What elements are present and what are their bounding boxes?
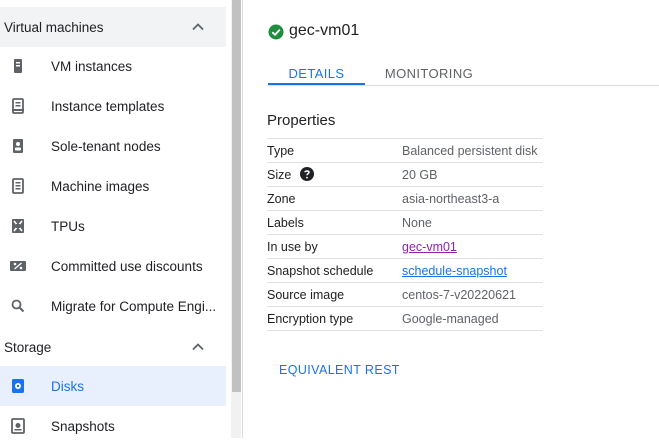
instance-template-icon [12,98,24,114]
sidebar-item-label: Instance templates [51,98,165,114]
equivalent-rest-button[interactable]: EQUIVALENT REST [279,363,400,377]
sidebar-item-label: Migrate for Compute Engi... [51,298,217,314]
snapshot-schedule-link[interactable]: schedule-snapshot [402,264,507,278]
property-value: Google-managed [402,312,499,326]
section-header-virtual-machines[interactable]: Virtual machines [0,7,226,47]
property-key: Encryption type [267,312,354,326]
search-icon [11,299,25,313]
sidebar-item-machine-images[interactable]: Machine images [0,166,226,206]
property-key: Size [267,168,292,182]
property-key: In use by [267,240,318,254]
property-value: None [402,216,432,230]
property-key: Source image [267,288,345,302]
sole-tenant-icon [13,139,23,153]
sidebar-item-committed-use-discounts[interactable]: Committed use discounts [0,246,226,286]
sidebar-item-label: Committed use discounts [51,258,203,274]
property-row-source-image: Source image centos-7-v20220621 [267,283,543,307]
sidebar-item-instance-templates[interactable]: Instance templates [0,86,226,126]
property-value: asia-northeast3-a [402,192,500,206]
property-row-zone: Zone asia-northeast3-a [267,187,543,211]
page-title: gec-vm01 [289,22,360,39]
property-row-encryption-type: Encryption type Google-managed [267,307,543,331]
property-row-in-use-by: In use by gec-vm01 [267,235,543,259]
sidebar-item-label: Machine images [51,178,150,194]
sidebar-item-sole-tenant-nodes[interactable]: Sole-tenant nodes [0,126,226,166]
sidebar-scrollbar-thumb[interactable] [232,0,241,392]
snapshot-icon [11,418,25,434]
section-title: Virtual machines [4,19,104,35]
property-key: Type [267,144,295,158]
machine-image-icon [12,178,24,194]
tabs-divider [268,85,659,86]
chevron-up-icon[interactable] [190,339,206,355]
property-value: Balanced persistent disk [402,144,538,158]
properties-heading: Properties [267,112,336,129]
sidebar-item-tpus[interactable]: TPUs [0,206,226,246]
disk-icon [12,379,24,393]
tab-label: DETAILS [288,65,345,81]
check-circle-icon [268,24,284,40]
chevron-up-icon[interactable] [190,19,206,35]
sidebar-item-label: Sole-tenant nodes [51,138,161,154]
sidebar-item-label: Disks [51,378,84,394]
sidebar-item-label: TPUs [51,218,85,234]
property-row-size: Size 20 GB [267,163,543,187]
sidebar-item-disks[interactable]: Disks [0,366,226,406]
property-row-snapshot-schedule: Snapshot schedule schedule-snapshot [267,259,543,283]
help-icon[interactable] [300,167,314,181]
property-row-type: Type Balanced persistent disk [267,139,543,163]
tab-label: MONITORING [384,65,474,81]
property-value: centos-7-v20220621 [402,288,516,302]
in-use-by-link[interactable]: gec-vm01 [402,240,457,254]
panel-divider [242,0,243,438]
property-key: Zone [267,192,296,206]
sidebar-item-vm-instances[interactable]: VM instances [0,46,226,86]
property-row-labels: Labels None [267,211,543,235]
tpu-icon [12,219,24,233]
property-key: Labels [267,216,304,230]
section-title: Storage [4,339,52,355]
tab-monitoring[interactable]: MONITORING [375,60,483,86]
sidebar-item-label: VM instances [51,58,133,74]
vm-instance-icon [14,59,22,73]
property-key: Snapshot schedule [267,264,374,278]
sidebar-item-migrate-for-compute-engine[interactable]: Migrate for Compute Engi... [0,286,226,326]
property-value: 20 GB [402,168,438,182]
sidebar-item-label: Snapshots [51,418,115,434]
properties-table: Type Balanced persistent disk Size 20 GB… [267,138,543,331]
percent-icon [10,261,26,271]
sidebar: Virtual machines VM instances Instance t… [0,0,226,438]
sidebar-item-snapshots[interactable]: Snapshots [0,406,226,446]
section-header-storage[interactable]: Storage [0,327,226,367]
